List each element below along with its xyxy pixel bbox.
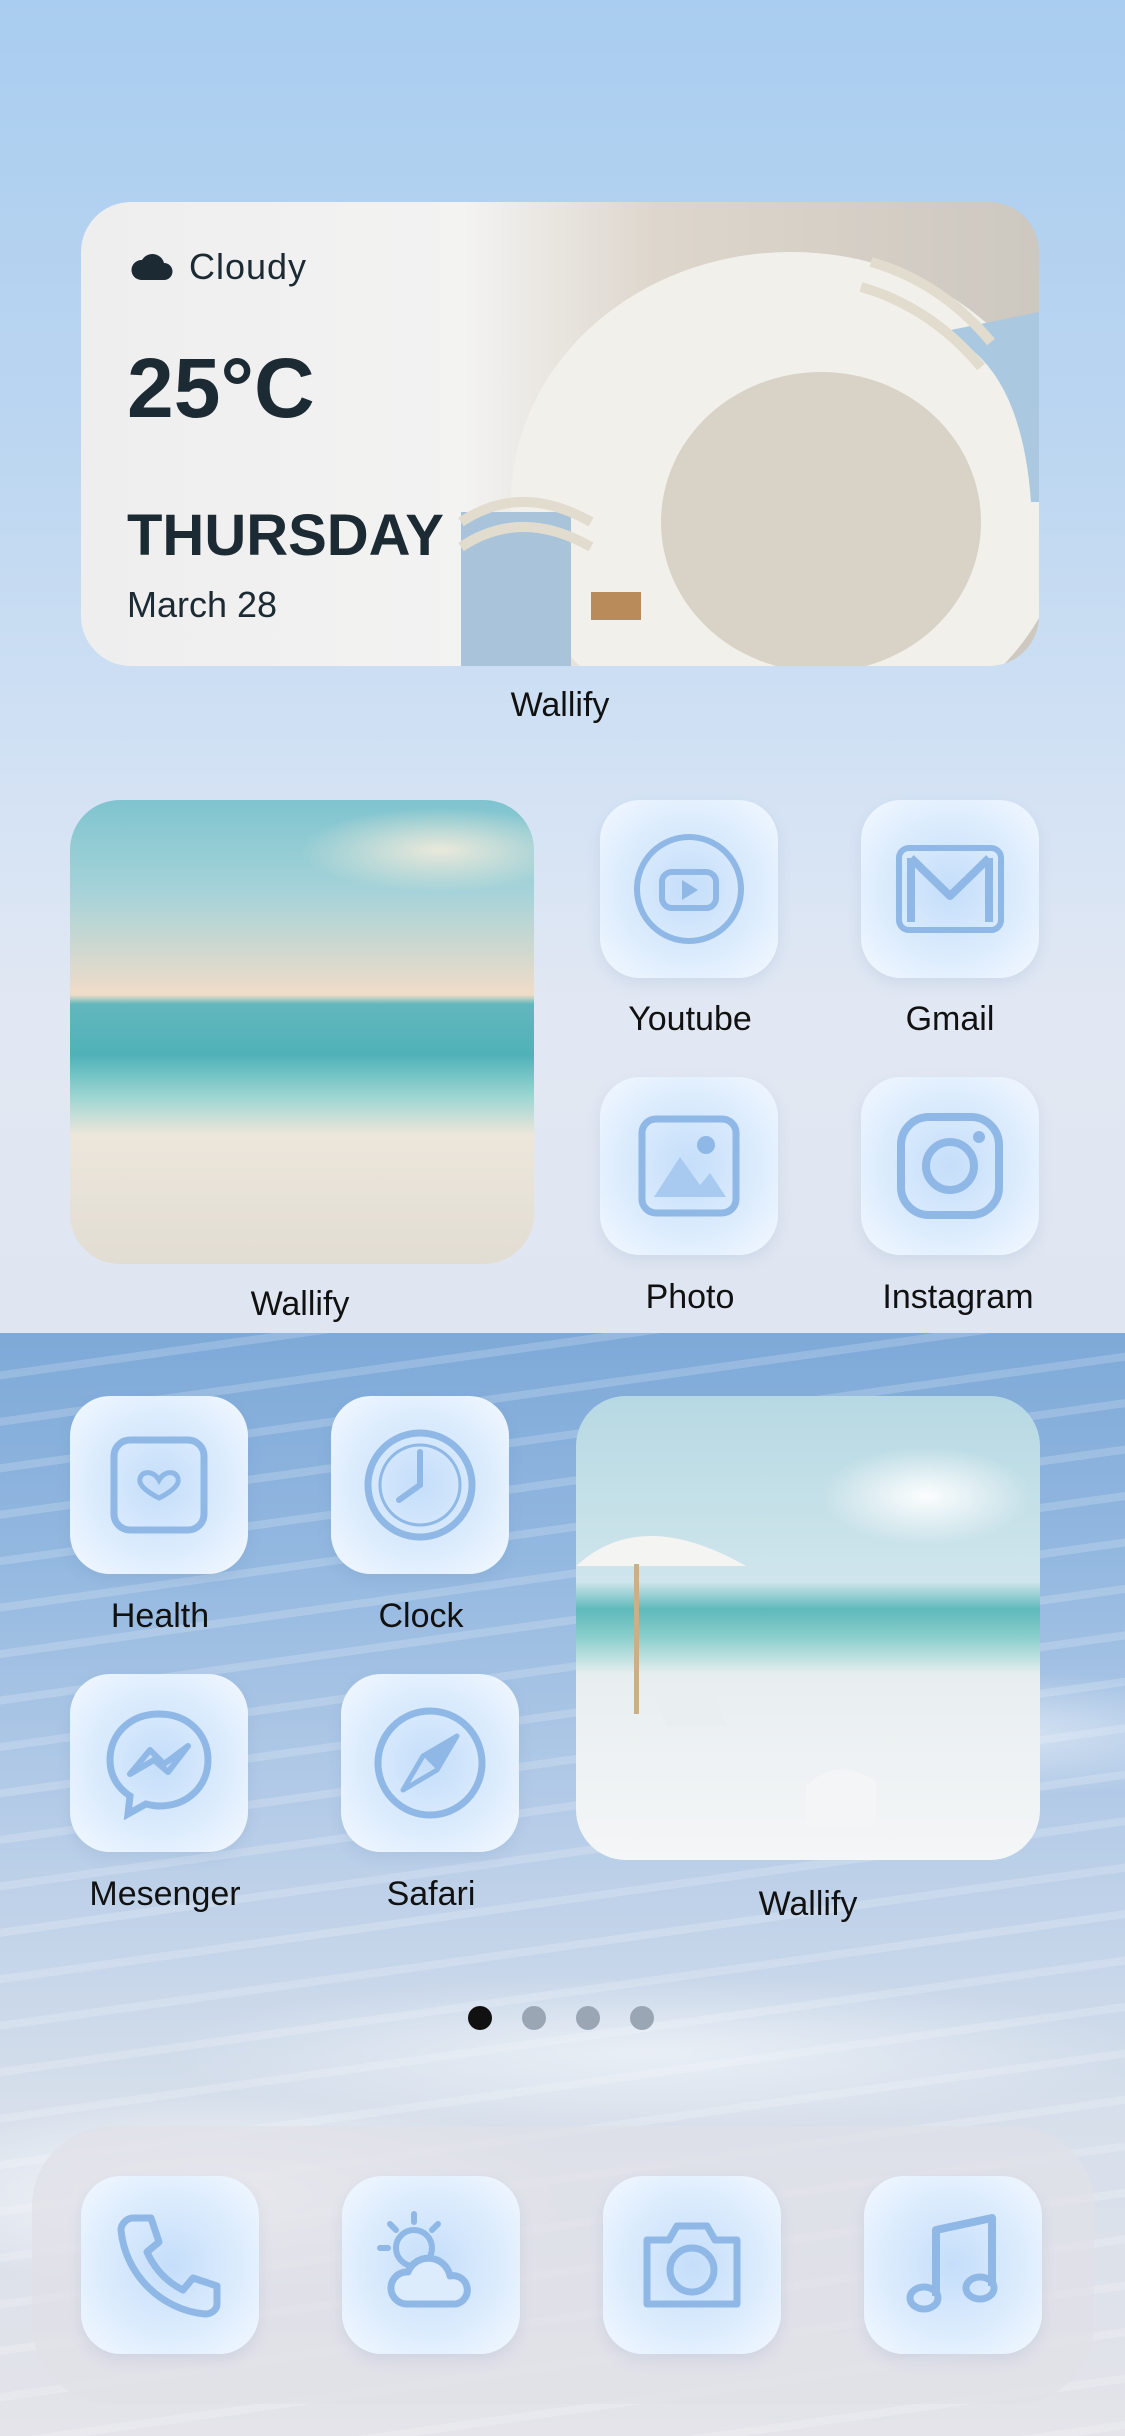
gmail-icon <box>896 845 1004 933</box>
weather-widget-caption: Wallify <box>510 686 610 724</box>
dock-music[interactable] <box>864 2176 1042 2354</box>
health-label: Health <box>110 1597 210 1635</box>
instagram-label: Instagram <box>882 1278 1034 1316</box>
photo-label: Photo <box>645 1278 735 1316</box>
weather-condition: Cloudy <box>189 246 308 287</box>
gmail-app-icon[interactable] <box>861 800 1039 978</box>
youtube-icon <box>634 834 744 944</box>
beach-photo-widget[interactable] <box>70 800 534 1264</box>
clock-app-icon[interactable] <box>331 1396 509 1574</box>
messenger-label: Mesenger <box>89 1875 241 1913</box>
gmail-label: Gmail <box>905 1000 995 1038</box>
page-indicator[interactable] <box>0 2006 1125 2032</box>
date: March 28 <box>127 584 278 625</box>
dock-camera[interactable] <box>603 2176 781 2354</box>
camera-icon <box>643 2222 741 2308</box>
youtube-app-icon[interactable] <box>600 800 778 978</box>
temperature: 25°C <box>127 341 315 435</box>
weather-icon <box>377 2211 471 2308</box>
dock-phone[interactable] <box>81 2176 259 2354</box>
beach-photo-caption: Wallify <box>250 1285 350 1323</box>
photo-icon <box>638 1115 740 1217</box>
instagram-icon <box>897 1113 1003 1219</box>
messenger-app-icon[interactable] <box>70 1674 248 1852</box>
beach-umbrella-photo-caption: Wallify <box>758 1885 858 1923</box>
safari-app-icon[interactable] <box>341 1674 519 1852</box>
clock-label: Clock <box>378 1597 464 1635</box>
youtube-label: Youtube <box>628 1000 752 1038</box>
page-dot-2[interactable] <box>522 2006 546 2030</box>
phone-icon <box>117 2214 221 2318</box>
beach-umbrella-photo-widget[interactable] <box>576 1396 1040 1860</box>
safari-label: Safari <box>386 1875 476 1913</box>
health-icon <box>110 1436 208 1534</box>
weather-widget[interactable]: Cloudy 25°C THURSDAY March 28 <box>81 202 1039 666</box>
safari-icon <box>374 1707 486 1819</box>
page-dot-3[interactable] <box>576 2006 600 2030</box>
music-icon <box>906 2214 998 2313</box>
dock-weather[interactable] <box>342 2176 520 2354</box>
cloud-icon <box>131 254 173 280</box>
page-dot-1[interactable] <box>468 2006 492 2030</box>
umbrella-photo <box>576 1536 876 1826</box>
lifebuoy-photo <box>458 252 1039 666</box>
page-dot-4[interactable] <box>630 2006 654 2030</box>
photo-app-icon[interactable] <box>600 1077 778 1255</box>
instagram-app-icon[interactable] <box>861 1077 1039 1255</box>
messenger-icon <box>106 1710 212 1821</box>
weekday: THURSDAY <box>127 503 444 568</box>
health-app-icon[interactable] <box>70 1396 248 1574</box>
clock-icon <box>364 1429 476 1541</box>
